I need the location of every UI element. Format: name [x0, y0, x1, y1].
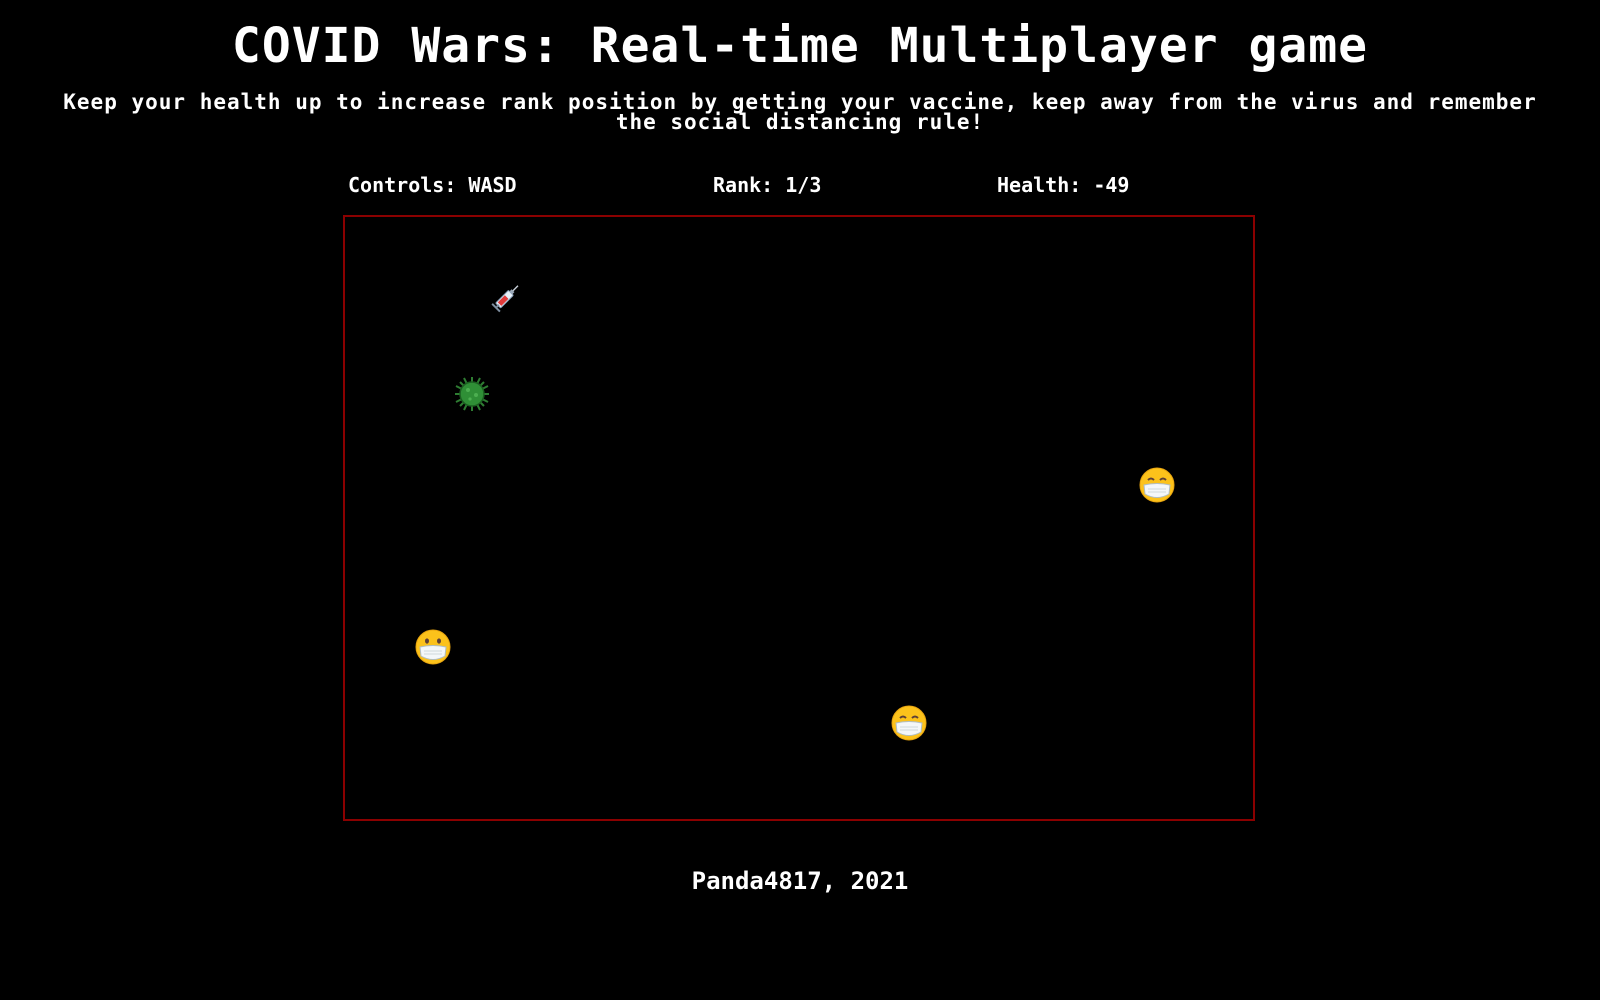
masked-face-icon [891, 705, 927, 741]
masked-face-icon [1139, 467, 1175, 503]
page-title: COVID Wars: Real-time Multiplayer game [231, 18, 1369, 74]
footer-credit: Panda4817, 2021 [691, 867, 909, 895]
syringe-icon [491, 285, 519, 313]
page-subtitle: Keep your health up to increase rank pos… [63, 90, 1537, 134]
rank-label: Rank: 1/3 [713, 173, 822, 197]
controls-label: Controls: WASD [348, 173, 517, 197]
game-arena[interactable] [343, 215, 1255, 821]
health-label: Health: -49 [997, 173, 1130, 197]
virus-icon [455, 377, 489, 411]
masked-face-icon [415, 629, 451, 665]
